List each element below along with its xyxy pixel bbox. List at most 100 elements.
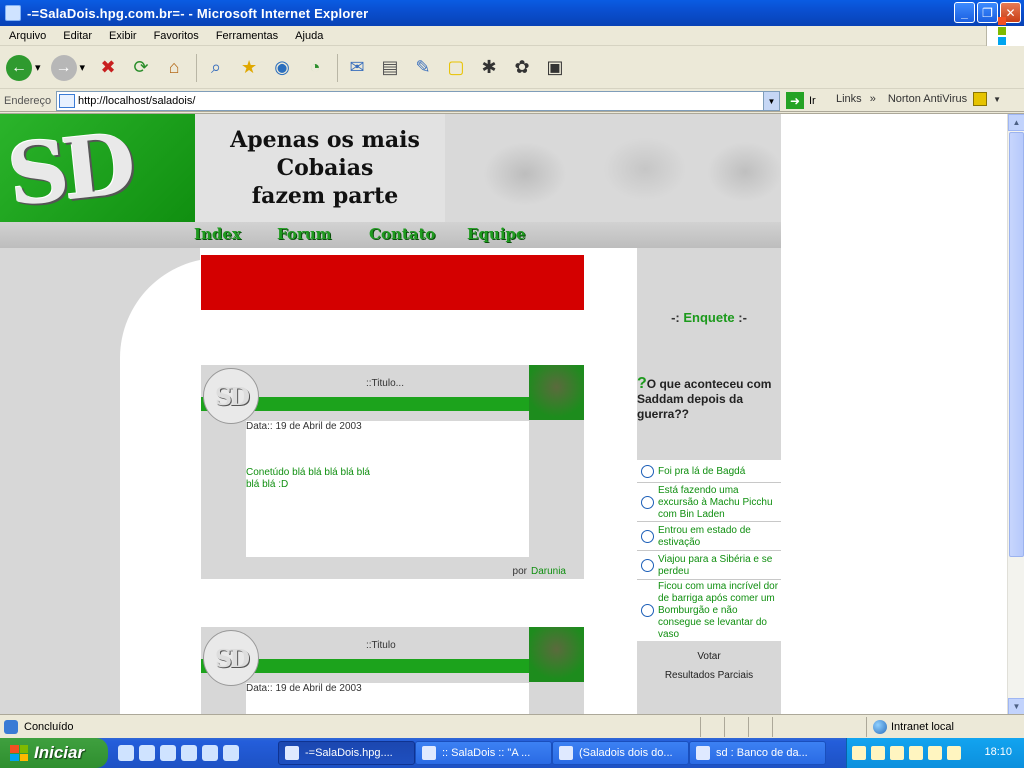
- norton-icon[interactable]: [973, 92, 988, 106]
- page-status-icon: [4, 719, 18, 734]
- post-content: Conetúdo blá blá blá blá blá blá blá :D: [246, 467, 370, 490]
- nav-index[interactable]: Index: [194, 225, 241, 243]
- tray-icon[interactable]: [871, 746, 885, 760]
- menu-exibir[interactable]: Exibir: [100, 30, 145, 42]
- radio-button[interactable]: [641, 530, 654, 543]
- flower-icon[interactable]: ✿: [507, 53, 537, 83]
- site-slogan: Apenas os mais Cobaias fazem parte: [230, 127, 420, 209]
- back-icon[interactable]: ←: [6, 54, 32, 81]
- address-dropdown-icon[interactable]: ▼: [763, 92, 779, 110]
- post-author-link[interactable]: Darunia: [531, 566, 566, 577]
- history-icon[interactable]: ◔: [300, 53, 330, 83]
- menu-arquivo[interactable]: Arquivo: [0, 30, 54, 42]
- post-logo: SD: [203, 368, 259, 424]
- site-logo[interactable]: SD: [0, 114, 195, 225]
- post-title: ::Titulo...: [366, 378, 404, 389]
- post-date: Data:: 19 de Abril de 2003: [246, 683, 362, 694]
- poll-header: -: Enquete :- ?O que aconteceu com Sadda…: [637, 248, 781, 460]
- left-decoration: [0, 248, 320, 714]
- stop-icon[interactable]: ✖: [93, 53, 123, 83]
- clock: 18:10: [984, 746, 1012, 758]
- intranet-icon: [873, 720, 887, 734]
- desktop-quicklaunch-icon[interactable]: [139, 745, 155, 761]
- quick-launch: [118, 745, 239, 761]
- chevron-icon[interactable]: »: [870, 93, 876, 105]
- window-titlebar: -=SalaDois.hpg.com.br=- - Microsoft Inte…: [0, 0, 1024, 26]
- radio-button[interactable]: [641, 559, 654, 572]
- home-icon[interactable]: ⌂: [159, 53, 189, 83]
- site-header: SD Apenas os mais Cobaias fazem parte: [0, 114, 781, 225]
- radio-button[interactable]: [641, 604, 654, 617]
- ie-quicklaunch-icon[interactable]: [118, 745, 134, 761]
- taskbar: Iniciar -=SalaDois.hpg.... :: SalaDois :…: [0, 738, 1024, 768]
- address-url[interactable]: http://localhost/saladois/: [78, 95, 195, 107]
- taskbar-window-forum[interactable]: :: SalaDois :: "A ...: [415, 741, 552, 765]
- edit-icon[interactable]: ✎: [408, 53, 438, 83]
- security-zone: Intranet local: [866, 717, 954, 737]
- menu-bar: Arquivo Editar Exibir Favoritos Ferramen…: [0, 17, 1024, 55]
- tray-icon[interactable]: [852, 746, 866, 760]
- go-label: Ir: [809, 94, 816, 107]
- nav-equipe[interactable]: Equipe: [467, 225, 526, 243]
- scroll-thumb[interactable]: [1009, 132, 1024, 557]
- poll-option[interactable]: Foi pra lá de Bagdá: [637, 461, 781, 483]
- nav-forum[interactable]: Forum: [277, 225, 332, 243]
- search-icon[interactable]: ⌕: [201, 53, 231, 83]
- ad-banner[interactable]: [201, 255, 584, 310]
- start-button[interactable]: Iniciar: [0, 738, 108, 768]
- post-logo: SD: [203, 630, 259, 686]
- norton-dropdown-icon[interactable]: ▼: [993, 95, 1001, 104]
- vertical-scrollbar[interactable]: ▲ ▼: [1007, 114, 1024, 714]
- tool-icon[interactable]: ▣: [540, 53, 570, 83]
- go-button[interactable]: ➜ Ir: [786, 92, 816, 109]
- menu-ajuda[interactable]: Ajuda: [286, 30, 331, 42]
- mail-icon[interactable]: ✉: [342, 53, 372, 83]
- forward-icon[interactable]: →: [50, 54, 77, 81]
- results-link[interactable]: Resultados Parciais: [637, 670, 781, 681]
- post-date: Data:: 19 de Abril de 2003: [246, 421, 362, 432]
- poll-option[interactable]: Viajou para a Sibéria e se perdeu: [637, 552, 781, 580]
- taskbar-window-msn[interactable]: (Saladois dois do...: [552, 741, 689, 765]
- question-mark-icon: ?: [637, 375, 647, 392]
- print-icon[interactable]: ▤: [375, 53, 405, 83]
- notes-icon[interactable]: ▢: [441, 53, 471, 83]
- nav-contato[interactable]: Contato: [369, 225, 435, 243]
- links-button[interactable]: Links: [836, 93, 862, 105]
- tray-icon[interactable]: [947, 746, 961, 760]
- tray-icon[interactable]: [890, 746, 904, 760]
- radio-button[interactable]: [641, 465, 654, 478]
- poll-footer: Votar Resultados Parciais: [637, 641, 781, 714]
- windows-logo-icon: [10, 745, 28, 761]
- minimize-button[interactable]: _: [954, 2, 975, 23]
- taskbar-window-saladois[interactable]: -=SalaDois.hpg....: [278, 741, 415, 765]
- menu-ferramentas[interactable]: Ferramentas: [207, 30, 286, 42]
- scroll-down-icon[interactable]: ▼: [1008, 698, 1024, 714]
- media-quicklaunch-icon[interactable]: [160, 745, 176, 761]
- post-title: ::Titulo: [366, 640, 396, 651]
- tray-icon[interactable]: [909, 746, 923, 760]
- vote-button[interactable]: Votar: [637, 651, 781, 662]
- refresh-icon[interactable]: ⟳: [126, 53, 156, 83]
- messenger-icon[interactable]: ✱: [474, 53, 504, 83]
- browser-viewport: SD Apenas os mais Cobaias fazem parte In…: [0, 113, 1024, 714]
- taskbar-window-db[interactable]: sd : Banco de da...: [689, 741, 826, 765]
- tray-icon[interactable]: [928, 746, 942, 760]
- news-post: SD ::Titulo... Data:: 19 de Abril de 200…: [201, 365, 584, 579]
- menu-favoritos[interactable]: Favoritos: [145, 30, 207, 42]
- poll-option[interactable]: Entrou em estado de estivação: [637, 523, 781, 551]
- poll-option[interactable]: Está fazendo uma excursão à Machu Picchu…: [637, 484, 781, 522]
- app-quicklaunch-icon[interactable]: [181, 745, 197, 761]
- poll-option[interactable]: Ficou com uma incrível dor de barriga ap…: [637, 581, 781, 640]
- media-icon[interactable]: ◉: [267, 53, 297, 83]
- address-input[interactable]: http://localhost/saladois/ ▼: [56, 91, 780, 111]
- scroll-up-icon[interactable]: ▲: [1008, 114, 1024, 131]
- norton-antivirus-button[interactable]: Norton AntiVirus: [888, 93, 967, 105]
- menu-editar[interactable]: Editar: [54, 30, 100, 42]
- folder-quicklaunch-icon[interactable]: [202, 745, 218, 761]
- sheep-photo: [445, 114, 781, 222]
- status-text: Concluído: [24, 720, 74, 733]
- browser-quicklaunch-icon[interactable]: [223, 745, 239, 761]
- restore-button[interactable]: ❐: [977, 2, 998, 23]
- radio-button[interactable]: [641, 496, 654, 509]
- favorites-icon[interactable]: ★: [234, 53, 264, 83]
